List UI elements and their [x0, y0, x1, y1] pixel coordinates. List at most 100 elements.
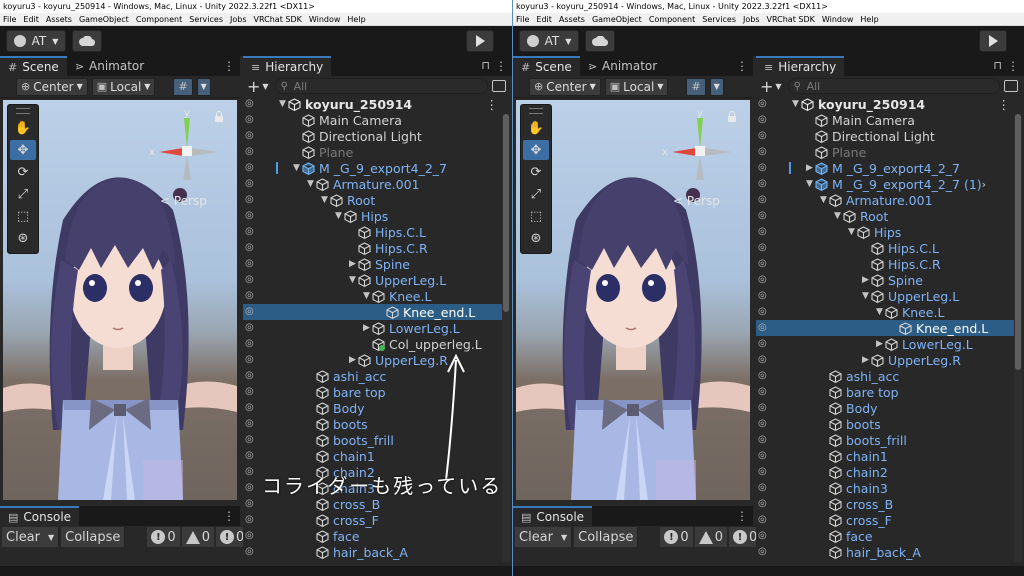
tab-console[interactable]: ▤ Console	[513, 506, 593, 526]
account-dropdown[interactable]: AT ▼	[519, 30, 579, 52]
menu-file[interactable]: File	[516, 13, 529, 25]
expand-right-icon[interactable]: ▶	[860, 275, 871, 285]
hierarchy-item[interactable]: ◎ ▼ koyuru_250914 ⋮	[756, 96, 1014, 112]
cloud-button[interactable]	[585, 30, 615, 52]
clear-button[interactable]: Clear ▼	[515, 527, 573, 547]
menu-services[interactable]: Services	[702, 13, 736, 25]
hierarchy-item[interactable]: ◎ ▼ Hips	[756, 224, 1014, 240]
hierarchy-item[interactable]: ◎ boots	[756, 416, 1014, 432]
palette-grip[interactable]	[529, 108, 543, 114]
hierarchy-item[interactable]: ◎ ▶ UpperLeg.R	[756, 352, 1014, 368]
kebab-menu-icon[interactable]: ⋮	[998, 97, 1011, 112]
hierarchy-item[interactable]: ◎ ▶ M _G_9_export4_2_7	[756, 160, 1014, 176]
visibility-eye-icon[interactable]: ◎	[758, 146, 772, 158]
hierarchy-search-input[interactable]: ⚲ All	[787, 78, 1000, 94]
hierarchy-item[interactable]: ◎ cross_F	[756, 512, 1014, 528]
hierarchy-item[interactable]: ◎ cross_B	[756, 496, 1014, 512]
kebab-menu-icon[interactable]: ⋮	[736, 509, 748, 523]
expand-right-icon[interactable]: ▶	[804, 163, 815, 173]
expand-down-icon[interactable]: ▼	[874, 307, 885, 317]
hierarchy-item[interactable]: ◎ chain1	[756, 448, 1014, 464]
rect-tool-icon[interactable]: ⬚	[523, 206, 549, 226]
expand-down-icon[interactable]: ▼	[846, 227, 857, 237]
hand-tool-icon[interactable]: ✋	[523, 118, 549, 138]
expand-down-icon[interactable]: ▼	[804, 179, 815, 189]
visibility-eye-icon[interactable]: ◎	[758, 450, 772, 462]
menu-window[interactable]: Window	[822, 13, 854, 25]
rotate-tool-icon[interactable]: ⟳	[523, 162, 549, 182]
tab-animator[interactable]: ⋗ Animator	[580, 56, 665, 76]
visibility-eye-icon[interactable]: ◎	[758, 354, 772, 366]
open-prefab-chevron-icon[interactable]: ›	[982, 178, 986, 191]
tab-scene[interactable]: # Scene	[513, 56, 580, 76]
visibility-eye-icon[interactable]: ◎	[758, 514, 772, 526]
hierarchy-item[interactable]: ◎ ▼ M _G_9_export4_2_7 (1) ›	[756, 176, 1014, 192]
expand-down-icon[interactable]: ▼	[790, 99, 801, 109]
visibility-eye-icon[interactable]: ◎	[758, 530, 772, 542]
visibility-eye-icon[interactable]: ◎	[758, 418, 772, 430]
play-button[interactable]	[979, 30, 1007, 52]
move-tool-icon[interactable]: ✥	[523, 140, 549, 160]
visibility-eye-icon[interactable]: ◎	[758, 338, 772, 350]
hierarchy-item[interactable]: ◎ ▼ Armature.001	[756, 192, 1014, 208]
expand-right-icon[interactable]: ▶	[860, 355, 871, 365]
visibility-eye-icon[interactable]: ◎	[758, 386, 772, 398]
visibility-eye-icon[interactable]: ◎	[758, 226, 772, 238]
lock-icon[interactable]: ⊓	[993, 59, 1002, 72]
menu-component[interactable]: Component	[649, 13, 695, 25]
hierarchy-item[interactable]: ◎ boots_frill	[756, 432, 1014, 448]
snap-toggle[interactable]: #	[686, 77, 706, 96]
hierarchy-item[interactable]: ◎ Hips.C.R	[756, 256, 1014, 272]
visibility-eye-icon[interactable]: ◎	[758, 274, 772, 286]
visibility-eye-icon[interactable]: ◎	[758, 210, 772, 222]
menu-help[interactable]: Help	[860, 13, 878, 25]
hierarchy-item[interactable]: ◎ ▶ Spine	[756, 272, 1014, 288]
tab-hierarchy[interactable]: ≡ Hierarchy	[756, 56, 845, 76]
hierarchy-item[interactable]: ◎ face	[756, 528, 1014, 544]
info-count-toggle[interactable]: ! 0	[660, 527, 693, 547]
visibility-eye-icon[interactable]: ◎	[758, 434, 772, 446]
warning-count-toggle[interactable]: 0	[694, 527, 727, 547]
expand-down-icon[interactable]: ▼	[818, 195, 829, 205]
visibility-eye-icon[interactable]: ◎	[758, 178, 772, 190]
kebab-menu-icon[interactable]: ⋮	[1007, 59, 1019, 73]
expand-down-icon[interactable]: ▼	[860, 291, 871, 301]
hierarchy-item[interactable]: ◎ ▼ UpperLeg.L	[756, 288, 1014, 304]
chevron-down-icon[interactable]: ▼	[561, 533, 567, 542]
hierarchy-item[interactable]: ◎ Main Camera	[756, 112, 1014, 128]
visibility-eye-icon[interactable]: ◎	[758, 114, 772, 126]
menu-edit[interactable]: Edit	[536, 13, 552, 25]
kebab-menu-icon[interactable]: ⋮	[736, 59, 748, 73]
lock-icon[interactable]	[728, 111, 736, 122]
visibility-eye-icon[interactable]: ◎	[758, 306, 772, 318]
visibility-eye-icon[interactable]: ◎	[758, 162, 772, 174]
hierarchy-item[interactable]: ◎ bare top	[756, 384, 1014, 400]
visibility-eye-icon[interactable]: ◎	[758, 498, 772, 510]
visibility-eye-icon[interactable]: ◎	[758, 402, 772, 414]
visibility-eye-icon[interactable]: ◎	[758, 322, 772, 334]
pivot-dropdown[interactable]: ⊕ Center ▼	[529, 77, 601, 96]
hierarchy-item[interactable]: ◎ hair_back_A	[756, 544, 1014, 560]
hierarchy-item[interactable]: ◎ Body	[756, 400, 1014, 416]
hierarchy-scrollbar[interactable]	[1014, 114, 1022, 562]
visibility-eye-icon[interactable]: ◎	[758, 194, 772, 206]
expand-right-icon[interactable]: ▶	[874, 339, 885, 349]
menu-gameobject[interactable]: GameObject	[592, 13, 642, 25]
collapse-button[interactable]: Collapse	[574, 527, 639, 547]
hierarchy-item[interactable]: ◎ ▼ Root	[756, 208, 1014, 224]
hierarchy-item[interactable]: ◎ chain2	[756, 464, 1014, 480]
hierarchy-item-selected[interactable]: ◎ Knee_end.L	[756, 320, 1014, 336]
hierarchy-item[interactable]: ◎ ▼ Knee.L	[756, 304, 1014, 320]
snap-dropdown[interactable]: ▼	[709, 77, 724, 96]
visibility-eye-icon[interactable]: ◎	[758, 130, 772, 142]
visibility-eye-icon[interactable]: ◎	[758, 242, 772, 254]
hierarchy-item[interactable]: ◎ Directional Light	[756, 128, 1014, 144]
hierarchy-item[interactable]: ◎ chain3	[756, 480, 1014, 496]
visibility-eye-icon[interactable]: ◎	[758, 98, 772, 110]
hierarchy-item[interactable]: ◎ ashi_acc	[756, 368, 1014, 384]
persp-label[interactable]: < Persp	[673, 194, 720, 208]
visibility-eye-icon[interactable]: ◎	[758, 546, 772, 558]
scale-tool-icon[interactable]: ⤢	[523, 184, 549, 204]
scrollbar-thumb[interactable]	[1015, 114, 1021, 370]
transform-tool-icon[interactable]: ⊛	[523, 228, 549, 248]
